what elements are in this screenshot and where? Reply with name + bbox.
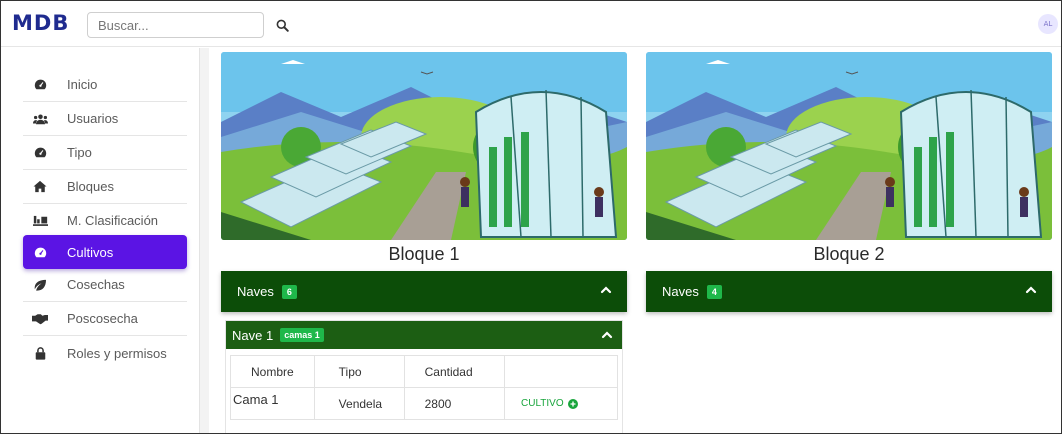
table-row: Cama 1 Vendela 2800 CULTIVO xyxy=(230,387,618,420)
column-header: Tipo xyxy=(313,355,405,388)
chevron-up-icon[interactable] xyxy=(1024,283,1038,297)
nave-accordion-header[interactable]: Nave 1 camas 1 xyxy=(226,321,622,349)
search-input[interactable] xyxy=(87,12,264,38)
sidebar-item-label: Cosechas xyxy=(67,277,125,292)
sidebar-item-label: Bloques xyxy=(67,179,114,194)
sidebar-item-tipo[interactable]: Tipo xyxy=(23,136,187,170)
nave-panel: Nave 1 camas 1 Nombre Tipo Cantidad Cama… xyxy=(225,320,623,433)
sidebar-item-cultivos[interactable]: Cultivos xyxy=(23,235,187,269)
sidebar: Inicio Usuarios Tipo Bloques M. Clasific… xyxy=(1,48,199,433)
top-navbar: MDB AL xyxy=(1,1,1061,47)
column-header xyxy=(504,355,618,388)
sidebar-item-clasificacion[interactable]: M. Clasificación xyxy=(23,204,187,238)
sidebar-item-bloques[interactable]: Bloques xyxy=(23,170,187,204)
user-avatar[interactable]: AL xyxy=(1038,14,1058,34)
sidebar-item-label: Poscosecha xyxy=(67,311,138,326)
sidebar-item-label: Usuarios xyxy=(67,111,119,126)
scale-icon xyxy=(29,214,51,227)
sidebar-item-label: Inicio xyxy=(67,77,98,92)
sidebar-item-roles[interactable]: Roles y permisos xyxy=(23,336,187,370)
camas-badge: camas 1 xyxy=(280,328,324,342)
greenhouse-image xyxy=(646,52,1052,240)
table-header-row: Nombre Tipo Cantidad xyxy=(230,355,618,388)
cultivo-label: CULTIVO xyxy=(521,398,564,409)
sidebar-item-label: M. Clasificación xyxy=(67,213,159,228)
search-icon[interactable] xyxy=(271,14,293,36)
chevron-up-icon[interactable] xyxy=(599,283,613,297)
naves-count-badge: 6 xyxy=(281,284,297,299)
greenhouse-image xyxy=(221,52,627,240)
cultivo-button[interactable]: CULTIVO xyxy=(521,398,617,409)
cell-tipo: Vendela xyxy=(313,387,405,420)
main-content: Bloque 1 Naves 6 Nave 1 camas 1 Nombre T… xyxy=(209,48,1061,433)
naves-label: Naves xyxy=(662,284,699,299)
dashboard-icon xyxy=(29,246,51,259)
sidebar-item-label: Roles y permisos xyxy=(67,345,167,361)
plus-circle-icon xyxy=(567,398,578,409)
lock-icon xyxy=(29,346,51,360)
sidebar-divider xyxy=(199,48,209,433)
dashboard-icon xyxy=(29,146,51,159)
home-icon xyxy=(29,180,51,193)
handshake-icon xyxy=(29,313,51,325)
column-header: Nombre xyxy=(230,355,315,388)
sidebar-item-inicio[interactable]: Inicio xyxy=(23,68,187,102)
app-logo[interactable]: MDB xyxy=(12,11,69,35)
block-title: Bloque 2 xyxy=(813,244,885,264)
leaf-icon xyxy=(29,279,51,291)
cell-cantidad: 2800 xyxy=(403,387,506,420)
users-icon xyxy=(29,113,51,125)
naves-accordion-header[interactable]: Naves 4 xyxy=(646,271,1052,312)
dashboard-icon xyxy=(29,78,51,91)
naves-count-badge: 4 xyxy=(706,284,722,299)
chevron-up-icon[interactable] xyxy=(600,328,614,342)
sidebar-item-usuarios[interactable]: Usuarios xyxy=(23,102,187,136)
nave-label: Nave 1 xyxy=(232,327,274,343)
cell-action: CULTIVO xyxy=(504,387,618,420)
app-window: MDB AL Inicio Usuarios Tipo Bloques M. C… xyxy=(0,0,1062,434)
cell-nombre: Cama 1 xyxy=(230,387,315,420)
sidebar-item-cosechas[interactable]: Cosechas xyxy=(23,268,187,302)
naves-label: Naves xyxy=(237,284,274,299)
block-title: Bloque 1 xyxy=(388,244,460,264)
column-header: Cantidad xyxy=(403,355,506,388)
sidebar-item-poscosecha[interactable]: Poscosecha xyxy=(23,302,187,336)
sidebar-item-label: Tipo xyxy=(67,145,92,160)
naves-accordion-header[interactable]: Naves 6 xyxy=(221,271,627,312)
sidebar-item-label: Cultivos xyxy=(67,244,114,260)
camas-table: Nombre Tipo Cantidad Cama 1 Vendela 2800 xyxy=(230,355,618,420)
